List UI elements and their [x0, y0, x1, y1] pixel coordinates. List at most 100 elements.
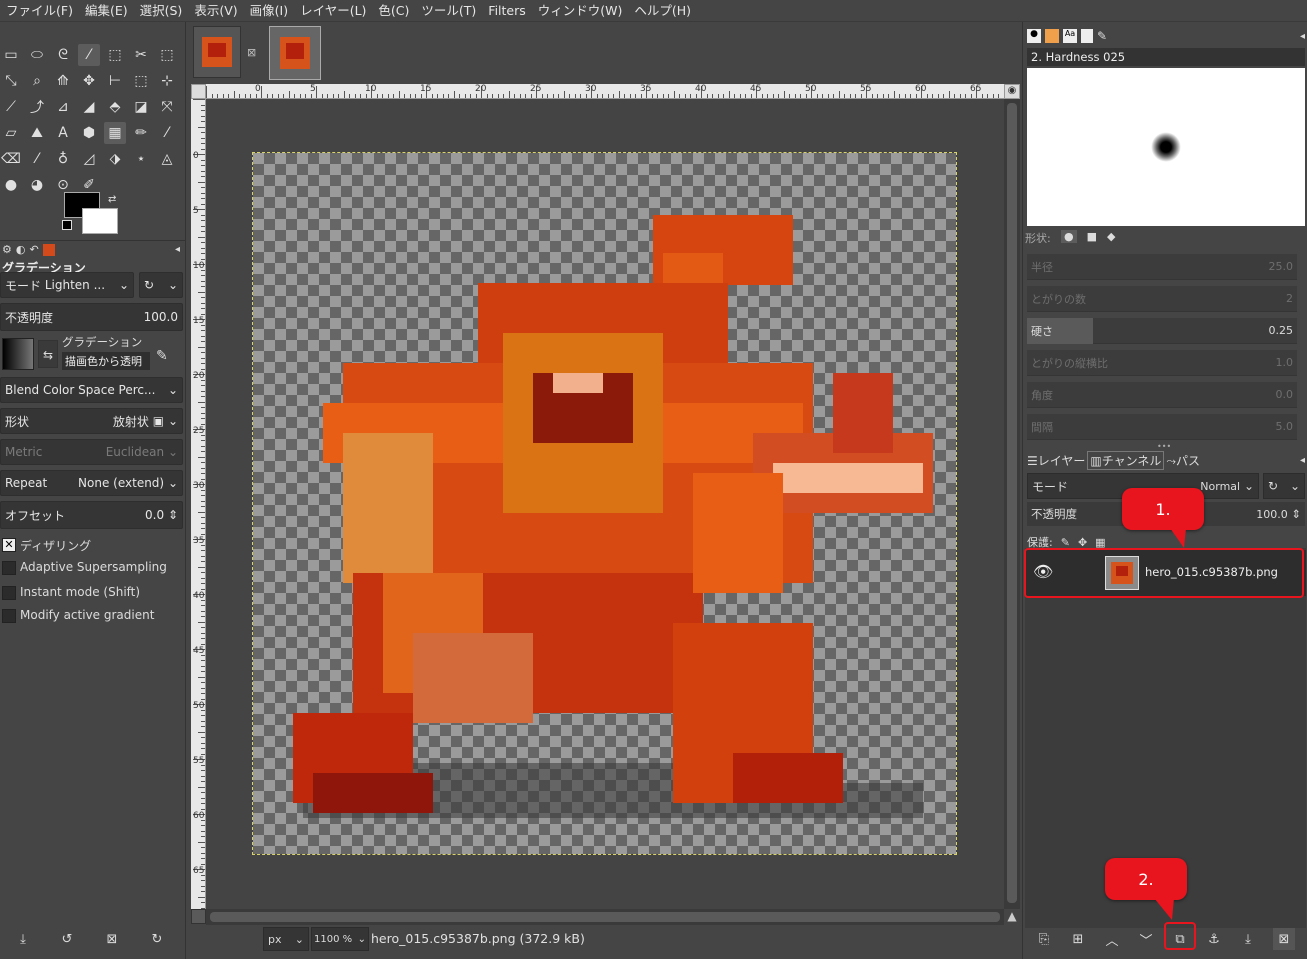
- move-icon[interactable]: ✥: [78, 70, 100, 92]
- merge-down-icon[interactable]: ⤓: [1237, 928, 1259, 950]
- zoom-select[interactable]: 1100 % ⌄: [311, 927, 369, 951]
- lock-pixels-icon[interactable]: ✎: [1061, 536, 1070, 549]
- brush-editor-tab-icon[interactable]: ✎: [1097, 29, 1107, 43]
- panel-menu-icon[interactable]: ◂: [1300, 31, 1305, 42]
- pencil-icon[interactable]: ✏: [130, 122, 152, 144]
- modify-gradient-checkbox[interactable]: [2, 609, 16, 623]
- menu-item[interactable]: 表示(V): [188, 0, 243, 22]
- adaptive-checkbox[interactable]: [2, 561, 16, 575]
- gradient-preview[interactable]: [2, 338, 34, 370]
- brush-slider[interactable]: 硬さ 0.25: [1027, 318, 1297, 344]
- patterns-tab-icon[interactable]: [1045, 29, 1059, 43]
- paths-icon[interactable]: ⤡: [0, 70, 22, 92]
- blend-color-space-select[interactable]: Blend Color Space Perc... ⌄: [0, 377, 183, 403]
- close-icon[interactable]: ⊠: [247, 46, 256, 59]
- paths-tab[interactable]: ⤳パス: [1166, 452, 1200, 469]
- reverse-gradient-button[interactable]: ⇆: [38, 340, 58, 368]
- menu-item[interactable]: ヘルプ(H): [628, 0, 697, 22]
- gradient-icon[interactable]: ▦: [104, 122, 126, 144]
- anchor-layer-icon[interactable]: ⚓: [1203, 928, 1225, 950]
- instant-mode-checkbox[interactable]: [2, 586, 16, 600]
- perspective-icon[interactable]: ◢: [78, 96, 100, 118]
- dodge-burn-icon[interactable]: ◕: [26, 174, 48, 196]
- brush-slider[interactable]: 間隔 5.0: [1027, 414, 1297, 440]
- restore-options-icon[interactable]: ↺: [56, 928, 78, 950]
- image-tab-1[interactable]: [193, 26, 241, 78]
- image-canvas[interactable]: [252, 152, 957, 855]
- repeat-select[interactable]: Repeat None (extend) ⌄: [0, 470, 183, 496]
- scroll-thumb[interactable]: [1007, 103, 1017, 903]
- flip-icon[interactable]: ⬘: [104, 96, 126, 118]
- menu-item[interactable]: ツール(T): [415, 0, 482, 22]
- blur-icon[interactable]: ◬: [156, 148, 178, 170]
- scissors-icon[interactable]: ✂: [130, 44, 152, 66]
- eraser-icon[interactable]: ⌫: [0, 148, 22, 170]
- documents-tab-icon[interactable]: [1081, 29, 1093, 43]
- channels-tab[interactable]: ▥チャンネル: [1087, 450, 1165, 470]
- menu-item[interactable]: Filters: [482, 0, 531, 22]
- opacity-slider[interactable]: 不透明度 100.0: [0, 303, 183, 331]
- rotate-icon[interactable]: ⟋: [0, 96, 22, 118]
- heal-icon[interactable]: ⬢: [78, 122, 100, 144]
- rect-select-icon[interactable]: ▭: [0, 44, 22, 66]
- clone-icon[interactable]: ⬗: [104, 148, 126, 170]
- brush-slider[interactable]: 半径 25.0: [1027, 254, 1297, 280]
- unit-select[interactable]: px ⌄: [263, 927, 309, 951]
- unified-transform-icon[interactable]: ⊹: [156, 70, 178, 92]
- menu-item[interactable]: 画像(I): [244, 0, 294, 22]
- default-colors-icon[interactable]: [62, 220, 72, 230]
- airbrush-icon[interactable]: ⁄: [26, 148, 48, 170]
- scale-icon[interactable]: ⤴: [26, 96, 48, 118]
- background-color[interactable]: [82, 208, 118, 234]
- lock-position-icon[interactable]: ✥: [1078, 536, 1087, 549]
- brush-slider[interactable]: とがりの数 2: [1027, 286, 1297, 312]
- cage-icon[interactable]: ◪: [130, 96, 152, 118]
- diamond-shape-icon[interactable]: ◆: [1107, 230, 1115, 243]
- image-tab-2[interactable]: [269, 26, 321, 80]
- new-layer-group-icon[interactable]: ⊞: [1067, 928, 1089, 950]
- ink-icon[interactable]: ♁: [52, 148, 74, 170]
- horizontal-scrollbar[interactable]: [206, 909, 1004, 925]
- zoom-lock-icon[interactable]: ◉: [1004, 84, 1020, 99]
- menu-item[interactable]: ファイル(F): [0, 0, 79, 22]
- scroll-thumb[interactable]: [210, 912, 1000, 922]
- smudge-icon[interactable]: ●: [0, 174, 22, 196]
- bucket-fill-icon[interactable]: ⛰: [26, 122, 48, 144]
- square-shape-icon[interactable]: ■: [1087, 230, 1097, 243]
- undo-history-icon[interactable]: ↶: [29, 243, 38, 256]
- brushes-tab-icon[interactable]: ●: [1027, 29, 1041, 43]
- gradient-name[interactable]: 描画色から透明: [62, 352, 150, 370]
- menu-item[interactable]: レイヤー(L): [294, 0, 372, 22]
- paintbrush-icon[interactable]: ⁄: [156, 122, 178, 144]
- ellipse-select-icon[interactable]: ⬭: [26, 44, 48, 66]
- mypaint-brush-icon[interactable]: ◿: [78, 148, 100, 170]
- layers-tab[interactable]: ☰レイヤー: [1027, 452, 1085, 469]
- mode-select[interactable]: モード Lighten ... ⌄: [0, 272, 134, 298]
- new-layer-icon[interactable]: ⎘: [1033, 928, 1055, 950]
- canvas[interactable]: [206, 99, 1004, 909]
- handle-transform-icon[interactable]: ▱: [0, 122, 22, 144]
- delete-options-icon[interactable]: ⊠: [101, 928, 123, 950]
- menu-item[interactable]: 選択(S): [134, 0, 189, 22]
- brush-slider[interactable]: 角度 0.0: [1027, 382, 1297, 408]
- fonts-tab-icon[interactable]: Aa: [1063, 29, 1077, 43]
- lock-alpha-icon[interactable]: ▦: [1095, 536, 1105, 549]
- raise-layer-icon[interactable]: ︿: [1101, 928, 1123, 950]
- align-icon[interactable]: ⊢: [104, 70, 126, 92]
- lower-layer-icon[interactable]: ﹀: [1135, 928, 1157, 950]
- shear-icon[interactable]: ⊿: [52, 96, 74, 118]
- fuzzy-select-icon[interactable]: ⁄: [78, 44, 100, 66]
- navigate-icon[interactable]: ▲: [1004, 909, 1020, 925]
- menu-item[interactable]: ウィンドウ(W): [532, 0, 629, 22]
- warp-icon[interactable]: ⤧: [156, 96, 178, 118]
- panel-menu-icon[interactable]: ◂: [1300, 455, 1305, 466]
- measure-icon[interactable]: ⟰: [52, 70, 74, 92]
- reset-options-icon[interactable]: ↻: [146, 928, 168, 950]
- shape-select[interactable]: 形状 放射状 ▣ ⌄: [0, 408, 183, 434]
- tool-options-tab-icon[interactable]: ⚙: [2, 243, 12, 256]
- perspective-clone-icon[interactable]: ⋆: [130, 148, 152, 170]
- brush-slider[interactable]: とがりの縦横比 1.0: [1027, 350, 1297, 376]
- menu-item[interactable]: 編集(E): [79, 0, 134, 22]
- vertical-scrollbar[interactable]: [1004, 99, 1020, 909]
- crop-icon[interactable]: ⬚: [130, 70, 152, 92]
